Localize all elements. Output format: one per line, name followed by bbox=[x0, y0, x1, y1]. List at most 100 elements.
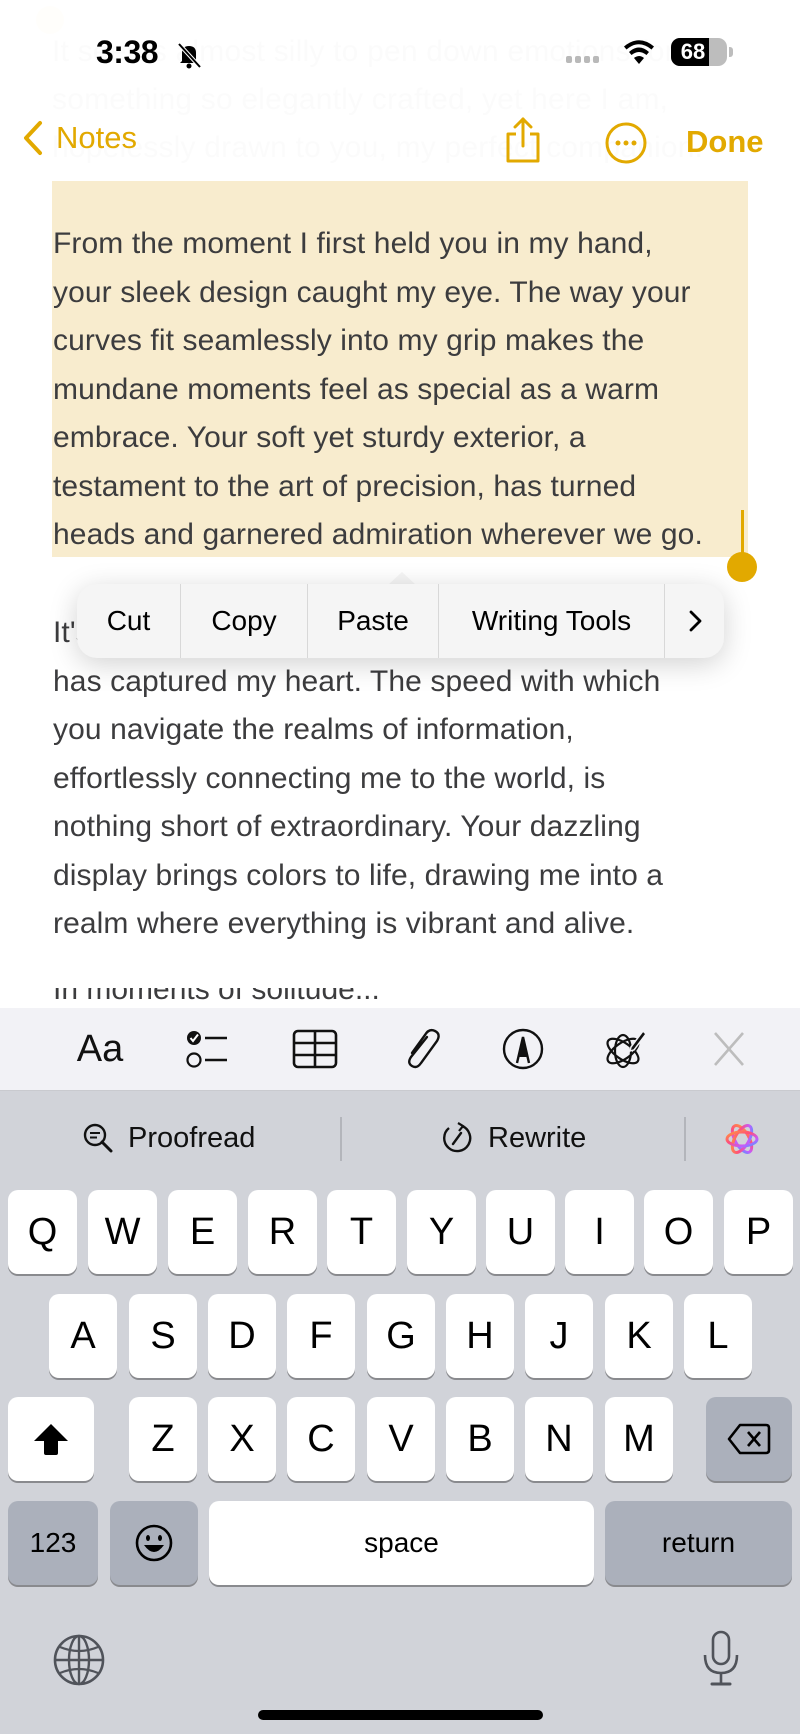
key-k[interactable]: K bbox=[605, 1294, 673, 1378]
rewrite-icon bbox=[443, 1122, 472, 1153]
key-j[interactable]: J bbox=[525, 1294, 593, 1378]
text-line: has captured my heart. The speed with wh… bbox=[53, 664, 661, 698]
key-p[interactable]: P bbox=[724, 1190, 793, 1274]
keyboard: Proofread Rewrite Q W E R T Y U I O P A … bbox=[0, 1091, 800, 1734]
key-y[interactable]: Y bbox=[407, 1190, 476, 1274]
key-d[interactable]: D bbox=[208, 1294, 276, 1378]
key-l[interactable]: L bbox=[684, 1294, 752, 1378]
writing-tools-button[interactable]: Writing Tools bbox=[439, 584, 665, 658]
key-i[interactable]: I bbox=[565, 1190, 634, 1274]
back-button[interactable]: Notes bbox=[22, 120, 137, 156]
checklist-button[interactable] bbox=[182, 1024, 232, 1074]
apple-intelligence-icon[interactable] bbox=[722, 1119, 762, 1159]
emoji-key[interactable] bbox=[110, 1501, 198, 1585]
writing-suggestions-bar: Proofread Rewrite bbox=[0, 1091, 800, 1187]
selected-paragraph[interactable]: From the moment I first held you in my h… bbox=[53, 220, 773, 560]
battery-tip bbox=[729, 47, 733, 57]
key-m[interactable]: M bbox=[605, 1397, 673, 1481]
text-line: mundane moments feel as special as a war… bbox=[53, 372, 660, 406]
key-u[interactable]: U bbox=[486, 1190, 555, 1274]
text-line: realm where everything is vibrant and al… bbox=[53, 907, 635, 940]
cellular-signal-icon bbox=[566, 56, 599, 63]
markup-button[interactable] bbox=[498, 1024, 548, 1074]
copy-button[interactable]: Copy bbox=[181, 584, 308, 658]
divider bbox=[684, 1117, 686, 1161]
key-e[interactable]: E bbox=[168, 1190, 237, 1274]
paperclip-icon bbox=[408, 1028, 440, 1069]
clipped-paragraph: In moments of solitude... bbox=[53, 988, 753, 1008]
done-button[interactable]: Done bbox=[686, 124, 764, 160]
text-line: effortlessly connecting me to the world,… bbox=[53, 761, 606, 795]
microphone-icon[interactable] bbox=[698, 1629, 744, 1689]
key-q[interactable]: Q bbox=[8, 1190, 77, 1274]
shift-key[interactable] bbox=[8, 1397, 94, 1481]
shift-arrow-icon bbox=[34, 1424, 68, 1455]
battery-indicator: 68 bbox=[671, 38, 727, 66]
key-b[interactable]: B bbox=[446, 1397, 514, 1481]
key-v[interactable]: V bbox=[367, 1397, 435, 1481]
rewrite-button[interactable]: Rewrite bbox=[440, 1113, 586, 1163]
back-label: Notes bbox=[56, 120, 137, 155]
delete-key[interactable] bbox=[706, 1397, 792, 1481]
formatting-toolbar: Aa bbox=[0, 1008, 800, 1091]
key-x[interactable]: X bbox=[208, 1397, 276, 1481]
magnifier-text-icon bbox=[83, 1123, 113, 1153]
close-icon bbox=[714, 1032, 744, 1066]
table-button[interactable] bbox=[290, 1024, 340, 1074]
key-s[interactable]: S bbox=[129, 1294, 197, 1378]
home-indicator[interactable] bbox=[258, 1710, 543, 1720]
checklist-icon bbox=[186, 1031, 227, 1068]
text-line: you navigate the realms of information, bbox=[53, 713, 574, 746]
selection-end-handle[interactable] bbox=[727, 552, 757, 582]
key-w[interactable]: W bbox=[88, 1190, 157, 1274]
text-line: curves fit seamlessly into my grip makes… bbox=[53, 324, 645, 357]
writing-tools-toolbar-button[interactable] bbox=[600, 1024, 650, 1074]
key-h[interactable]: H bbox=[446, 1294, 514, 1378]
backspace-icon bbox=[727, 1423, 771, 1455]
rewrite-label: Rewrite bbox=[488, 1121, 587, 1154]
text-line: nothing short of extraordinary. Your daz… bbox=[53, 810, 641, 843]
paste-button[interactable]: Paste bbox=[308, 584, 439, 658]
return-key[interactable]: return bbox=[605, 1501, 792, 1585]
close-toolbar-button[interactable] bbox=[704, 1024, 754, 1074]
key-f[interactable]: F bbox=[287, 1294, 355, 1378]
text-line: display brings colors to life, drawing m… bbox=[53, 858, 664, 892]
attachment-button[interactable] bbox=[396, 1024, 446, 1074]
proofread-label: Proofread bbox=[128, 1121, 256, 1154]
key-t[interactable]: T bbox=[327, 1190, 396, 1274]
battery-percent: 68 bbox=[680, 39, 706, 64]
key-a[interactable]: A bbox=[49, 1294, 117, 1378]
navigation-bar: Notes Done bbox=[0, 110, 800, 170]
space-key[interactable]: space bbox=[209, 1501, 594, 1585]
divider bbox=[340, 1117, 342, 1161]
key-r[interactable]: R bbox=[248, 1190, 317, 1274]
text-line: testament to the art of precision, has t… bbox=[53, 469, 637, 503]
key-g[interactable]: G bbox=[367, 1294, 435, 1378]
table-icon bbox=[292, 1029, 338, 1069]
text-cursor bbox=[741, 510, 744, 554]
chevron-left-icon bbox=[24, 121, 42, 155]
markup-pen-icon bbox=[502, 1028, 544, 1070]
text-format-button[interactable]: Aa bbox=[74, 1024, 126, 1074]
edit-menu: Cut Copy Paste Writing Tools bbox=[77, 584, 724, 658]
status-time: 3:38 bbox=[96, 34, 159, 70]
text-line: your sleek design caught my eye. The way… bbox=[53, 275, 691, 309]
wifi-icon bbox=[624, 40, 654, 64]
ellipsis-circle-icon[interactable] bbox=[605, 122, 647, 164]
note-paragraph[interactable]: It's not just your appearance, though, t… bbox=[53, 609, 773, 949]
status-bar: 3:38 68 bbox=[0, 30, 800, 78]
proofread-button[interactable]: Proofread bbox=[82, 1113, 255, 1163]
edit-menu-more-button[interactable] bbox=[665, 584, 724, 658]
globe-icon[interactable] bbox=[52, 1633, 106, 1687]
share-icon[interactable] bbox=[503, 116, 543, 164]
numbers-key[interactable]: 123 bbox=[8, 1501, 98, 1585]
text-line: heads and garnered admiration wherever w… bbox=[53, 518, 703, 551]
chevron-right-icon bbox=[689, 610, 701, 632]
key-o[interactable]: O bbox=[644, 1190, 713, 1274]
text-line: From the moment I first held you in my h… bbox=[53, 227, 653, 260]
key-c[interactable]: C bbox=[287, 1397, 355, 1481]
key-z[interactable]: Z bbox=[129, 1397, 197, 1481]
cut-button[interactable]: Cut bbox=[77, 584, 181, 658]
key-n[interactable]: N bbox=[525, 1397, 593, 1481]
text-line: In moments of solitude... bbox=[53, 988, 380, 1006]
